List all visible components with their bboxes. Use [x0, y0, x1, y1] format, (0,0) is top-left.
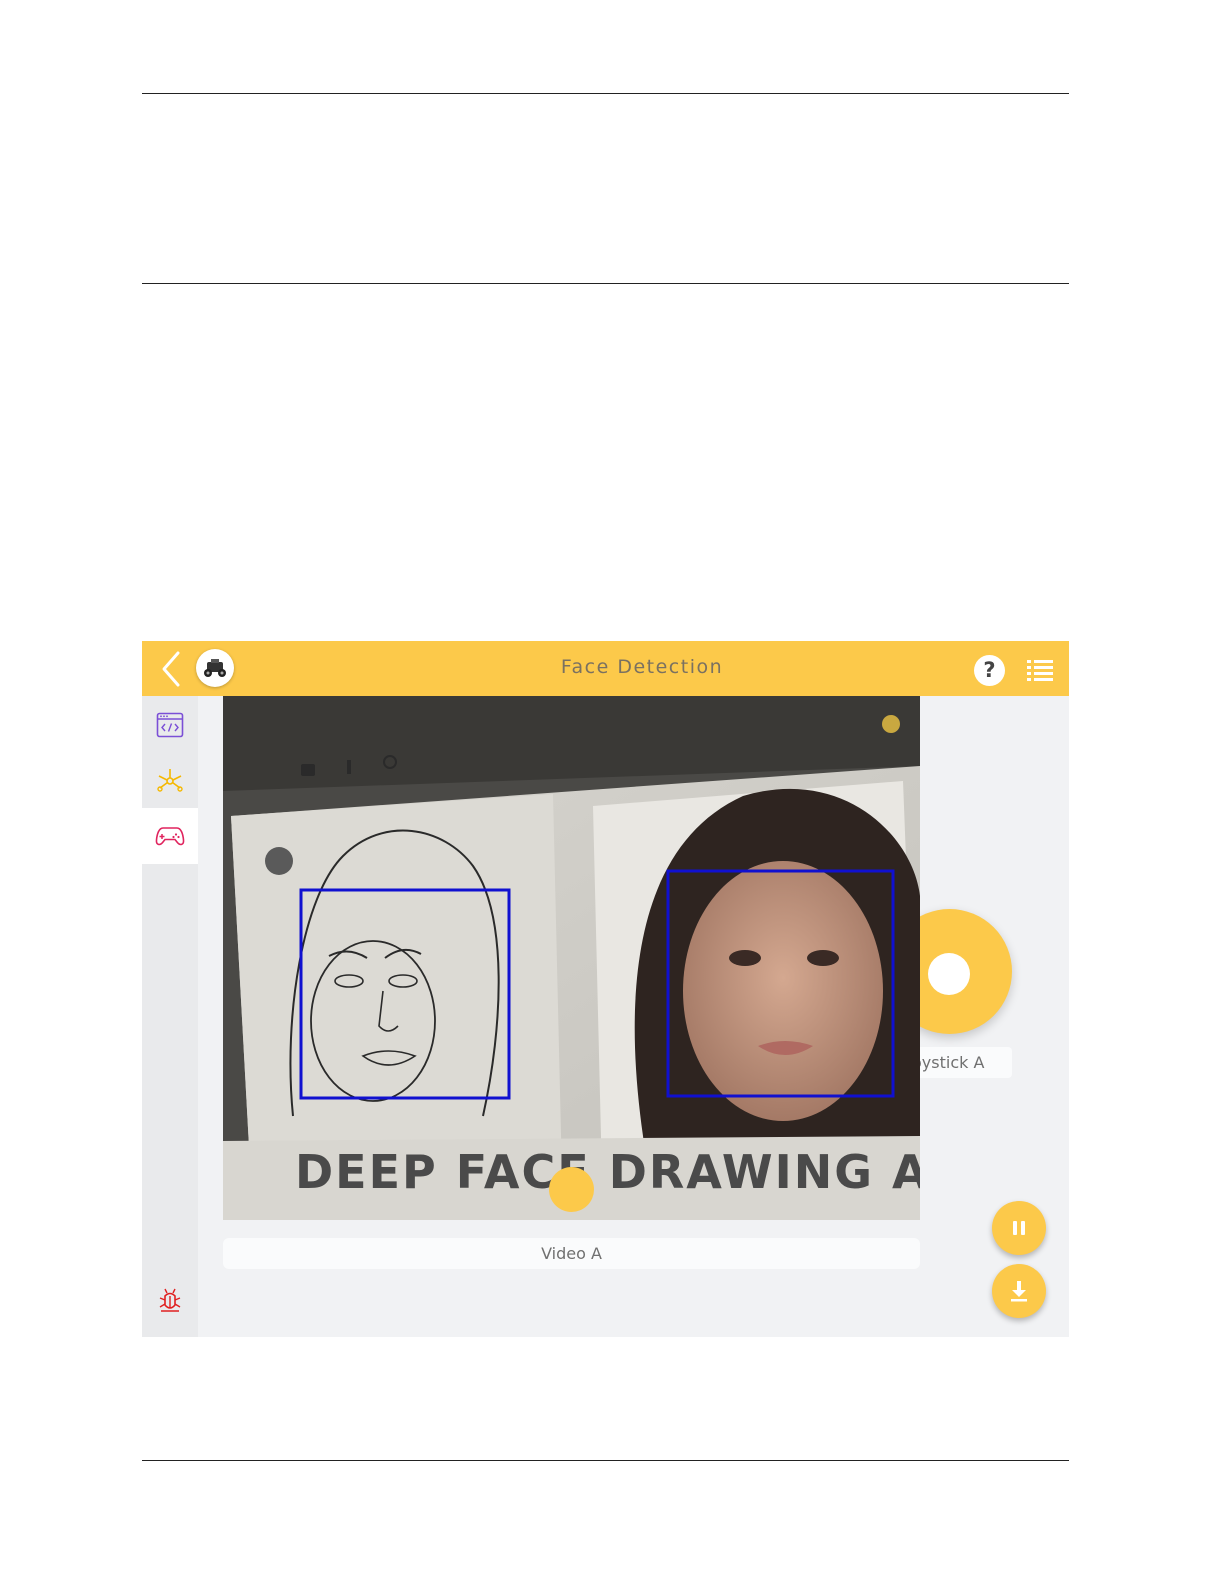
- widget-drag-handle[interactable]: [549, 1167, 594, 1212]
- code-window-icon: [156, 712, 184, 738]
- camera-frame-image: DEEP FACE DRAWING A: [223, 696, 920, 1220]
- page-rule-upper: [142, 283, 1069, 284]
- app-screenshot: Face Detection ? oystick A DEEP FACE DRA…: [142, 641, 1069, 1337]
- menu-button[interactable]: [1026, 657, 1054, 683]
- gamepad-icon: [155, 827, 185, 846]
- download-icon: [1011, 1281, 1027, 1302]
- robot-car-icon: [204, 659, 226, 677]
- page-title: Face Detection: [560, 656, 724, 678]
- nodes-icon: [157, 769, 183, 792]
- video-label: Video A: [223, 1238, 920, 1269]
- pause-icon: [1013, 1221, 1025, 1235]
- sidebar-item-controller[interactable]: [142, 808, 198, 864]
- download-button[interactable]: [992, 1264, 1046, 1318]
- back-button[interactable]: [152, 649, 190, 689]
- video-feed: DEEP FACE DRAWING A: [223, 696, 920, 1220]
- bug-icon: [159, 1288, 181, 1312]
- robot-car-avatar[interactable]: [196, 649, 234, 687]
- sidebar: [142, 696, 198, 1337]
- joystick-knob[interactable]: [928, 953, 970, 995]
- top-bar: Face Detection ?: [142, 641, 1069, 696]
- list-icon: [1027, 660, 1053, 681]
- sidebar-item-nodes[interactable]: [142, 753, 198, 809]
- page-rule-top: [142, 93, 1069, 94]
- sidebar-item-debug[interactable]: [142, 1272, 198, 1328]
- chevron-left-icon: [162, 651, 180, 687]
- help-button[interactable]: ?: [974, 655, 1005, 686]
- page-rule-bottom: [142, 1460, 1069, 1461]
- sidebar-item-code[interactable]: [142, 697, 198, 753]
- banner-text: DEEP FACE DRAWING A: [295, 1145, 920, 1199]
- pause-button[interactable]: [992, 1201, 1046, 1255]
